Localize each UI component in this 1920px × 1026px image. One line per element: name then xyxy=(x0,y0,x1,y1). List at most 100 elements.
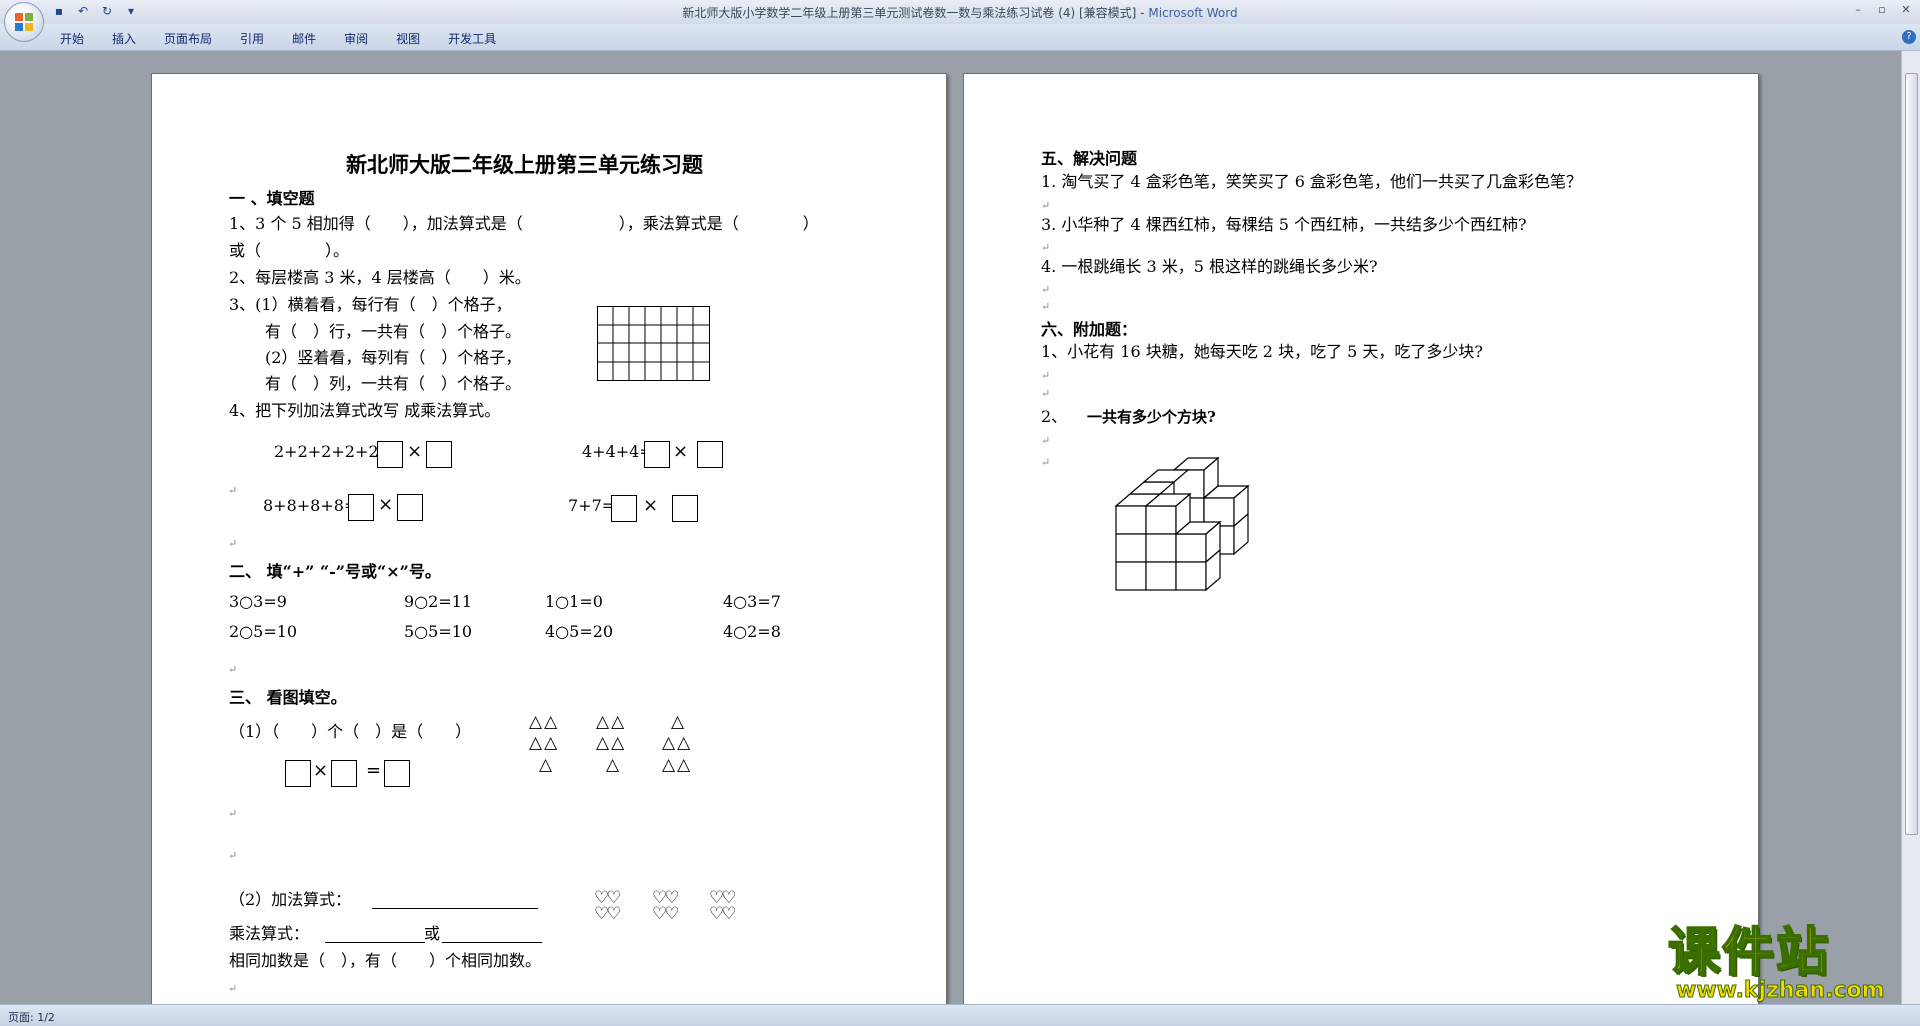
fill-operator-item: 3○3=9 xyxy=(229,592,287,611)
tab-view[interactable]: 视图 xyxy=(396,30,420,47)
expression-2: 4+4+4= xyxy=(582,442,653,461)
paragraph-mark: ↵ xyxy=(1041,387,1051,400)
triangle-icon: △ xyxy=(539,755,553,775)
fill-operator-item: 9○2=11 xyxy=(404,592,473,611)
paragraph-mark: ↵ xyxy=(228,849,238,862)
tab-developer[interactable]: 开发工具 xyxy=(448,30,496,47)
answer-line[interactable] xyxy=(442,942,542,943)
answer-box[interactable] xyxy=(397,494,423,521)
tab-mailings[interactable]: 邮件 xyxy=(292,30,316,47)
triangle-icon: △ xyxy=(606,755,620,775)
answer-box[interactable] xyxy=(697,441,723,468)
document-title: 新北师大版二年级上册第三单元练习题 xyxy=(346,152,703,177)
question-1-line-1: 1、3 个 5 相加得（ ），加法算式是（ ），乘法算式是（ ） xyxy=(229,214,819,233)
title-bar: ▪ ↶ ↻ ▾ 新北师大版小学数学二年级上册第三单元测试卷数一数与乘法练习试卷 … xyxy=(0,0,1920,25)
or-label: 或 xyxy=(424,924,441,943)
paragraph-mark: ↵ xyxy=(228,537,238,550)
times-sign: × xyxy=(378,494,394,515)
office-button[interactable] xyxy=(4,2,44,42)
problem-1: 1. 淘气买了 4 盒彩色笔，笑笑买了 6 盒彩色笔，他们一共买了几盒彩色笔？ xyxy=(1041,172,1583,191)
answer-box[interactable] xyxy=(611,495,637,522)
ribbon-tabs: 开始 插入 页面布局 引用 邮件 审阅 视图 开发工具 xyxy=(60,30,496,47)
watermark-url: www.kjzhan.com xyxy=(1676,978,1886,1003)
office-logo-icon xyxy=(15,13,33,31)
tab-review[interactable]: 审阅 xyxy=(344,30,368,47)
section-3-heading: 三、 看图填空。 xyxy=(229,688,347,707)
paragraph-mark: ↵ xyxy=(228,982,238,995)
heart-icon: ♡♡ xyxy=(709,904,737,924)
answer-box[interactable] xyxy=(672,495,698,522)
figure-question-1: （1）（ ）个（ ）是（ ） xyxy=(229,722,472,741)
expression-3: 8+8+8+8= xyxy=(263,496,358,515)
question-1-line-2: 或（ ）。 xyxy=(229,241,350,260)
answer-box[interactable] xyxy=(331,760,357,787)
answer-box[interactable] xyxy=(426,441,452,468)
paragraph-mark: ↵ xyxy=(228,484,238,497)
maximize-icon[interactable]: ▫ xyxy=(1874,2,1890,18)
equals-sign: = xyxy=(366,760,382,781)
expression-4: 7+7= xyxy=(568,496,616,515)
paragraph-mark: ↵ xyxy=(1041,241,1051,254)
answer-line[interactable] xyxy=(325,942,425,943)
vertical-scrollbar[interactable] xyxy=(1901,51,1920,1004)
cube-staircase-figure xyxy=(1114,456,1250,592)
document-page-1[interactable]: 新北师大版二年级上册第三单元练习题 一 、填空题 1、3 个 5 相加得（ ），… xyxy=(151,73,947,1004)
bonus-problem-1: 1、小花有 16 块糖，她每天吃 2 块，吃了 5 天，吃了多少块? xyxy=(1041,342,1483,361)
minimize-icon[interactable]: – xyxy=(1850,2,1866,18)
paragraph-mark: ↵ xyxy=(1041,199,1051,212)
answer-box[interactable] xyxy=(644,441,670,468)
paragraph-mark: ↵ xyxy=(1041,456,1051,469)
fill-operator-item: 4○3=7 xyxy=(723,592,781,611)
heart-icon: ♡♡ xyxy=(594,904,622,924)
document-workspace: 新北师大版二年级上册第三单元练习题 一 、填空题 1、3 个 5 相加得（ ），… xyxy=(0,51,1902,1004)
triangle-icon: △△ xyxy=(529,712,560,732)
tab-insert[interactable]: 插入 xyxy=(112,30,136,47)
close-icon[interactable]: ✕ xyxy=(1898,2,1914,18)
fill-operator-item: 1○1=0 xyxy=(545,592,603,611)
expression-1: 2+2+2+2+2= xyxy=(274,442,392,461)
triangle-icon: △ xyxy=(671,712,685,732)
triangle-icon: △△ xyxy=(596,733,627,753)
question-3-line-2: 有（ ）行，一共有（ ）个格子。 xyxy=(265,322,522,341)
fill-operator-item: 4○2=8 xyxy=(723,622,781,641)
triangle-icon: △△ xyxy=(596,712,627,732)
question-4: 4、把下列加法算式改写 成乘法算式。 xyxy=(229,401,501,420)
bonus-problem-2: 一共有多少个方块? xyxy=(1087,408,1216,426)
heart-icon: ♡♡ xyxy=(652,904,680,924)
document-page-2[interactable]: 五、解决问题 1. 淘气买了 4 盒彩色笔，笑笑买了 6 盒彩色笔，他们一共买了… xyxy=(963,73,1759,1004)
answer-line[interactable] xyxy=(372,908,538,909)
same-addend-question: 相同加数是（ ），有（ ）个相同加数。 xyxy=(229,951,542,970)
triangle-icon: △△ xyxy=(662,733,693,753)
document-title: 新北师大版小学数学二年级上册第三单元测试卷数一数与乘法练习试卷 (4) [兼容模… xyxy=(682,6,1145,20)
answer-box[interactable] xyxy=(285,760,311,787)
ribbon: 开始 插入 页面布局 引用 邮件 审阅 视图 开发工具 ? xyxy=(0,24,1920,51)
help-icon[interactable]: ? xyxy=(1902,30,1916,44)
answer-box[interactable] xyxy=(348,494,374,521)
tab-home[interactable]: 开始 xyxy=(60,30,84,47)
question-3-line-1: 3、(1）横着看，每行有（ ）个格子， xyxy=(229,295,512,314)
times-sign: × xyxy=(673,441,689,462)
tab-page-layout[interactable]: 页面布局 xyxy=(164,30,212,47)
page-counter[interactable]: 页面: 1/2 xyxy=(8,1009,55,1025)
scrollbar-thumb[interactable] xyxy=(1905,73,1918,835)
section-6-heading: 六、附加题： xyxy=(1041,320,1138,339)
answer-box[interactable] xyxy=(384,760,410,787)
paragraph-mark: ↵ xyxy=(228,663,238,676)
window-controls: – ▫ ✕ xyxy=(1850,2,1914,18)
watermark-title: 课件站 xyxy=(1667,923,1831,983)
paragraph-mark: ↵ xyxy=(1041,369,1051,382)
watermark-logo: 课件站 www.kjzhan.com xyxy=(1667,923,1900,1005)
question-3-line-4: 有（ ）列，一共有（ ）个格子。 xyxy=(265,374,522,393)
tab-references[interactable]: 引用 xyxy=(240,30,264,47)
bonus-problem-2-number: 2、 xyxy=(1041,407,1068,426)
answer-box[interactable] xyxy=(377,441,403,468)
grid-figure xyxy=(597,306,710,381)
addition-question: （2）加法算式： xyxy=(229,890,352,909)
multiplication-question: 乘法算式： xyxy=(229,924,310,943)
section-2-heading: 二、 填“+” “-”号或“×”号。 xyxy=(229,562,441,581)
question-2: 2、每层楼高 3 米，4 层楼高（ ）米。 xyxy=(229,268,531,287)
question-3-line-3: (2）竖着看，每列有（ ）个格子， xyxy=(265,348,522,367)
fill-operator-item: 5○5=10 xyxy=(404,622,473,641)
triangle-icon: △△ xyxy=(529,733,560,753)
status-bar: 页面: 1/2 xyxy=(0,1004,1920,1026)
